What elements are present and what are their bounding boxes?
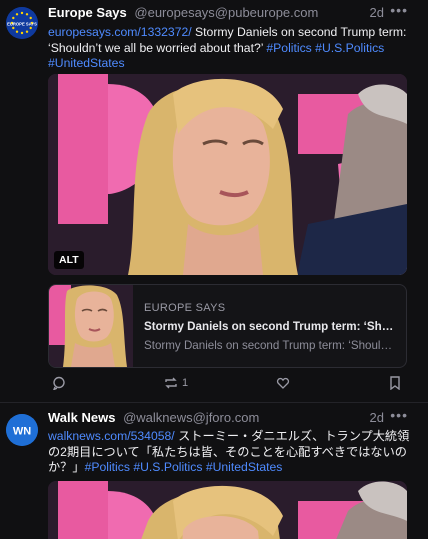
card-title: Stormy Daniels on second Trump term: ‘Sh…	[144, 320, 398, 333]
post-time[interactable]: 2d	[370, 5, 384, 20]
avatar-europe-says[interactable]: EUROPE SAYS	[6, 7, 38, 39]
post-walk-news[interactable]: WN Walk News @walknews@jforo.com 2d ••• …	[0, 404, 428, 539]
post-text: europesays.com/1332372/ Stormy Daniels o…	[48, 25, 412, 72]
avatar-walk-news[interactable]: WN	[6, 414, 38, 446]
post-link[interactable]: walknews.com/534058/	[48, 429, 175, 443]
reply-icon	[53, 376, 65, 390]
link-preview-card[interactable]: EUROPE SAYS Stormy Daniels on second Tru…	[48, 284, 407, 368]
post-time[interactable]: 2d	[370, 410, 384, 425]
hashtag-us-politics[interactable]: #U.S.Politics	[133, 460, 202, 474]
card-site-name: EUROPE SAYS	[144, 302, 226, 314]
boost-button[interactable]: 1	[164, 376, 188, 390]
reply-button[interactable]	[52, 376, 66, 390]
author-handle[interactable]: @walknews@jforo.com	[123, 410, 259, 425]
card-description: Stormy Daniels on second Trump term: ‘Sh…	[144, 339, 398, 352]
post-image[interactable]: ALT	[48, 74, 407, 275]
favourite-button[interactable]	[276, 376, 290, 390]
post-divider	[0, 402, 428, 403]
author-name[interactable]: Walk News	[48, 410, 115, 425]
eu-flag-logo: EUROPE SAYS	[6, 7, 38, 39]
alt-text-badge[interactable]: ALT	[54, 251, 84, 269]
hashtag-us-politics[interactable]: #U.S.Politics	[315, 41, 384, 55]
svg-text:WN: WN	[13, 426, 31, 438]
svg-text:EUROPE SAYS: EUROPE SAYS	[7, 22, 37, 27]
boost-icon	[165, 377, 177, 389]
post-text: walknews.com/534058/ ストーミー・ダニエルズ、トランプ大統領…	[48, 429, 412, 476]
bookmark-icon	[390, 376, 400, 390]
bookmark-button[interactable]	[389, 376, 401, 390]
author-handle[interactable]: @europesays@pubeurope.com	[134, 5, 318, 20]
hashtag-politics[interactable]: #Politics	[85, 460, 130, 474]
post-image[interactable]	[48, 481, 407, 539]
thumbnail-woman	[49, 285, 133, 367]
post-link[interactable]: europesays.com/1332372/	[48, 25, 192, 39]
hashtag-politics[interactable]: #Politics	[266, 41, 311, 55]
hashtag-united-states[interactable]: #UnitedStates	[206, 460, 283, 474]
more-icon[interactable]: •••	[390, 2, 408, 18]
walk-news-logo: WN	[6, 414, 38, 446]
post-actions: 1	[48, 376, 407, 396]
post-europe-says[interactable]: EUROPE SAYS Europe Says @europesays@pube…	[0, 0, 428, 400]
more-icon[interactable]: •••	[390, 407, 408, 423]
favourite-icon	[276, 377, 290, 389]
photo-woman	[48, 74, 407, 275]
hashtag-united-states[interactable]: #UnitedStates	[48, 56, 125, 70]
author-name[interactable]: Europe Says	[48, 5, 127, 20]
card-thumbnail	[49, 285, 133, 367]
boost-count: 1	[182, 377, 189, 389]
photo-woman	[48, 481, 407, 539]
